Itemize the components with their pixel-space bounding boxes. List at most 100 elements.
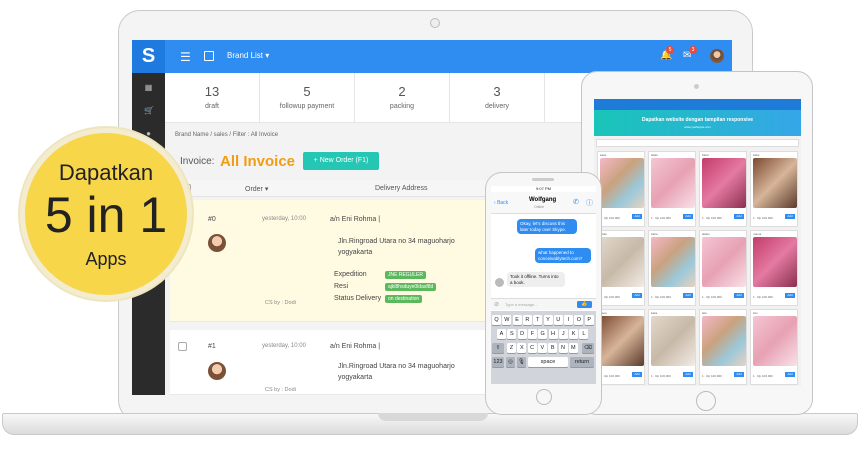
stat-label: draft bbox=[204, 103, 219, 110]
stat-draft[interactable]: 13 draft bbox=[165, 73, 260, 122]
header-order[interactable]: Order ▾ bbox=[245, 185, 268, 193]
microphone-icon[interactable]: 🎙 bbox=[517, 357, 526, 367]
back-button[interactable]: ‹ Back bbox=[494, 200, 508, 206]
key-r[interactable]: R bbox=[522, 315, 532, 325]
numbers-key[interactable]: 123 bbox=[492, 357, 504, 367]
row-checkbox[interactable] bbox=[178, 342, 187, 351]
brand-list-dropdown[interactable]: Brand List ▾ bbox=[227, 51, 269, 60]
key-z[interactable]: Z bbox=[507, 343, 516, 353]
contact-name: Wolfgang bbox=[529, 197, 557, 203]
key-x[interactable]: X bbox=[517, 343, 527, 353]
like-button[interactable]: 👍 bbox=[577, 301, 592, 308]
product-card[interactable]: baba 1 · Rp 100.000 Add bbox=[699, 151, 747, 227]
space-key[interactable]: space bbox=[528, 357, 568, 367]
key-w[interactable]: W bbox=[502, 315, 512, 325]
key-u[interactable]: U bbox=[553, 315, 563, 325]
product-card[interactable]: baba 1 · Rp 100.000 Add bbox=[648, 230, 696, 306]
key-d[interactable]: D bbox=[517, 329, 527, 339]
product-image bbox=[600, 316, 644, 366]
tablet-search-bar[interactable] bbox=[596, 139, 799, 147]
buy-button[interactable]: Add bbox=[785, 214, 795, 219]
buy-button[interactable]: Add bbox=[734, 293, 744, 298]
app-logo[interactable]: S bbox=[132, 40, 165, 73]
fullscreen-icon[interactable] bbox=[204, 51, 214, 61]
header-order-label: Order bbox=[245, 186, 263, 193]
key-t[interactable]: T bbox=[533, 315, 543, 325]
product-image bbox=[651, 237, 695, 287]
dashboard-icon[interactable]: ▦ bbox=[144, 83, 153, 92]
product-card[interactable]: lala 1 · Rp 100.000 Add bbox=[699, 309, 747, 385]
key-q[interactable]: Q bbox=[492, 315, 501, 325]
product-card[interactable]: mama 1 · Rp 100.000 Add bbox=[750, 230, 798, 306]
product-image bbox=[651, 158, 695, 208]
delete-key[interactable]: ⌫ bbox=[582, 343, 594, 353]
product-card[interactable]: kaka 1 · Rp 100.000 Add bbox=[750, 151, 798, 227]
key-i[interactable]: I bbox=[564, 315, 574, 325]
buy-button[interactable]: Add bbox=[683, 372, 693, 377]
delivery-address: Jln.Ringroad Utara no 34 maguoharjo yogy… bbox=[338, 238, 455, 256]
product-card[interactable]: lolo 1 · Rp 100.000 Add bbox=[750, 309, 798, 385]
stat-packing[interactable]: 2 packing bbox=[355, 73, 450, 122]
product-card[interactable]: kaka 1 · Rp 100.000 Add bbox=[597, 151, 645, 227]
buy-button[interactable]: Add bbox=[683, 214, 693, 219]
key-n[interactable]: N bbox=[558, 343, 568, 353]
product-image bbox=[702, 316, 746, 366]
cart-icon[interactable]: 🛒 bbox=[144, 106, 154, 115]
back-label: Back bbox=[497, 200, 509, 206]
buy-button[interactable]: Add bbox=[734, 372, 744, 377]
product-name: lolo bbox=[753, 311, 758, 315]
shift-key[interactable]: ⇧ bbox=[492, 343, 504, 353]
stat-delivery[interactable]: 3 delivery bbox=[450, 73, 545, 122]
key-e[interactable]: E bbox=[512, 315, 522, 325]
menu-icon[interactable]: ☰ bbox=[180, 50, 191, 64]
product-card[interactable]: lalalu 1 · Rp 100.000 Add bbox=[597, 230, 645, 306]
info-icon[interactable]: ⓘ bbox=[586, 198, 593, 208]
buy-button[interactable]: Add bbox=[734, 214, 744, 219]
key-g[interactable]: G bbox=[538, 329, 548, 339]
user-avatar[interactable] bbox=[710, 49, 724, 63]
key-s[interactable]: S bbox=[507, 329, 517, 339]
key-j[interactable]: J bbox=[558, 329, 568, 339]
order-id: #0 bbox=[208, 216, 216, 223]
key-o[interactable]: O bbox=[574, 315, 584, 325]
order-date: yesterday, 10:00 bbox=[262, 216, 306, 222]
buy-button[interactable]: Add bbox=[683, 293, 693, 298]
key-h[interactable]: H bbox=[548, 329, 558, 339]
message-icon[interactable]: ✉ 3 bbox=[683, 46, 697, 61]
product-card[interactable]: lalalu 1 · Rp 100.000 Add bbox=[648, 151, 696, 227]
phone-home-button[interactable] bbox=[536, 389, 552, 405]
product-card[interactable]: kaka 1 · Rp 100.000 Add bbox=[648, 309, 696, 385]
buy-button[interactable]: Add bbox=[632, 293, 642, 298]
customer-avatar bbox=[208, 234, 226, 252]
notification-icon[interactable]: 🔔 5 bbox=[660, 46, 674, 61]
key-p[interactable]: P bbox=[584, 315, 594, 325]
product-card[interactable]: lalaku 1 · Rp 100.000 Add bbox=[699, 230, 747, 306]
tablet-home-button[interactable] bbox=[696, 391, 716, 411]
new-order-button[interactable]: + New Order (F1) bbox=[303, 152, 379, 170]
product-name: mama bbox=[753, 232, 762, 236]
tablet-top-bar bbox=[594, 99, 801, 110]
key-v[interactable]: V bbox=[537, 343, 547, 353]
message-input[interactable]: Type a message... bbox=[505, 302, 538, 307]
key-f[interactable]: F bbox=[527, 329, 537, 339]
key-m[interactable]: M bbox=[568, 343, 578, 353]
buy-button[interactable]: Add bbox=[632, 214, 642, 219]
product-card[interactable]: papa 1 · Rp 100.000 Add bbox=[597, 309, 645, 385]
key-k[interactable]: K bbox=[569, 329, 579, 339]
globe-icon[interactable]: ◎ bbox=[506, 357, 515, 367]
buy-button[interactable]: Add bbox=[785, 293, 795, 298]
key-a[interactable]: A bbox=[497, 329, 506, 339]
return-key[interactable]: return bbox=[570, 357, 594, 367]
key-l[interactable]: L bbox=[579, 329, 589, 339]
key-c[interactable]: C bbox=[527, 343, 537, 353]
stat-followup[interactable]: 5 followup payment bbox=[260, 73, 355, 122]
buy-button[interactable]: Add bbox=[632, 372, 642, 377]
key-y[interactable]: Y bbox=[543, 315, 553, 325]
product-price: 1 · Rp 100.000 bbox=[600, 295, 620, 299]
product-name: kaka bbox=[651, 311, 658, 315]
banner-subtitle: www.yoshoppe.com bbox=[684, 125, 711, 129]
attach-icon[interactable]: ⊘ bbox=[494, 301, 499, 308]
buy-button[interactable]: Add bbox=[785, 372, 795, 377]
phone-call-icon[interactable]: ✆ bbox=[573, 198, 579, 206]
key-b[interactable]: B bbox=[548, 343, 558, 353]
